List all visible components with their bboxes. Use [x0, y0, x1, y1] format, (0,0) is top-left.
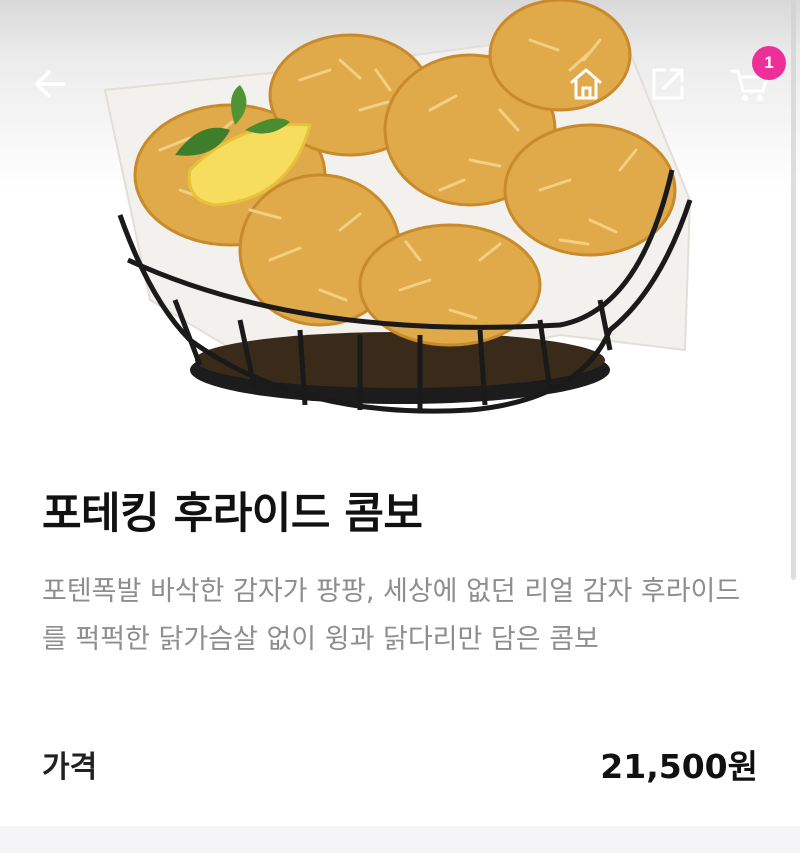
- section-divider: [0, 826, 800, 853]
- price-row: 가격 21,500원: [42, 736, 758, 792]
- product-description: 포텐폭발 바삭한 감자가 팡팡, 세상에 없던 리얼 감자 후라이드를 퍽퍽한 …: [42, 576, 741, 655]
- price-label: 가격: [42, 750, 98, 785]
- back-button[interactable]: [22, 56, 78, 112]
- home-button[interactable]: [558, 56, 614, 112]
- share-icon: [652, 68, 684, 100]
- arrow-left-icon: [35, 70, 66, 98]
- home-icon: [570, 68, 602, 100]
- product-title: 포테킹 후라이드 콤보: [42, 489, 423, 539]
- scrollbar[interactable]: [791, 0, 796, 580]
- cart-count-badge: 1: [752, 46, 786, 80]
- price-value: 21,500원: [600, 747, 758, 786]
- share-button[interactable]: [640, 56, 696, 112]
